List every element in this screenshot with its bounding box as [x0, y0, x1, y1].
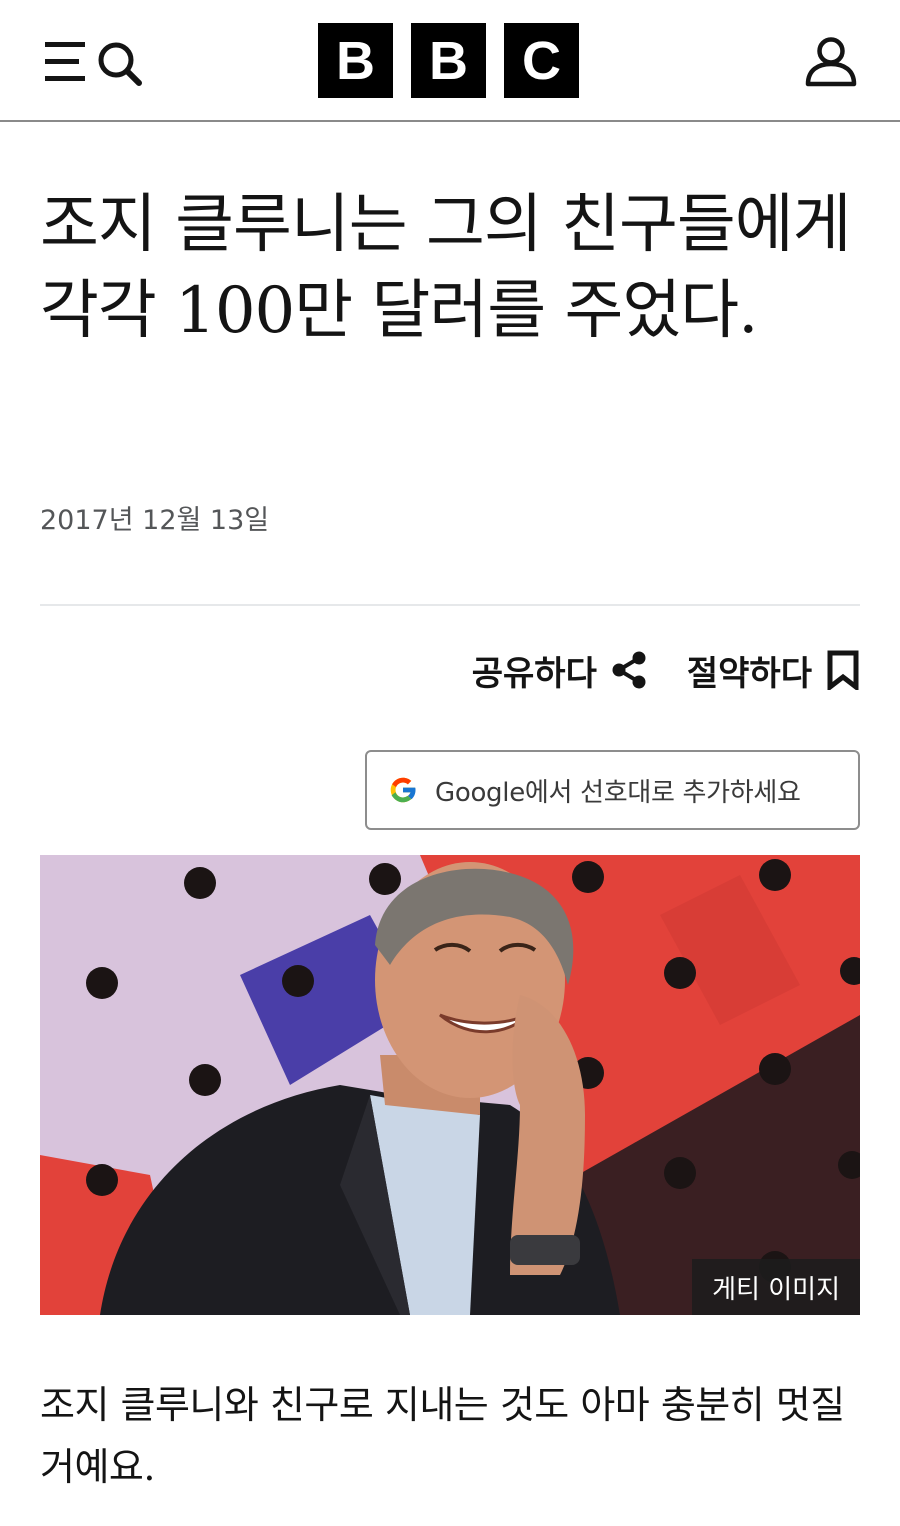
photo-illustration: [40, 855, 860, 1315]
article-headline: 조지 클루니는 그의 친구들에게 각각 100만 달러를 주었다.: [40, 188, 851, 348]
share-button[interactable]: 공유하다: [472, 646, 647, 695]
publish-date: 2017년 12월 13일: [40, 505, 270, 536]
menu-search-button[interactable]: [44, 38, 144, 86]
top-navigation-bar: B B C: [0, 0, 900, 122]
bookmark-icon: [827, 650, 859, 690]
article-photo: 게티 이미지: [40, 855, 860, 1315]
article-actions: 공유하다 절약하다: [472, 644, 860, 696]
divider: [40, 604, 860, 606]
google-button-label: Google에서 선호대로 추가하세요: [435, 777, 801, 808]
article-body-paragraph: 조지 클루니와 친구로 지내는 것도 아마 충분히 멋질 거예요.: [40, 1383, 845, 1489]
google-preferred-source-button[interactable]: Google에서 선호대로 추가하세요: [365, 750, 860, 830]
share-icon: [612, 651, 646, 689]
save-button[interactable]: 절약하다: [687, 646, 860, 695]
bbc-logo[interactable]: B B C: [318, 23, 579, 98]
logo-letter-b2: B: [411, 23, 486, 98]
image-credit: 게티 이미지: [692, 1259, 860, 1315]
account-icon: [805, 37, 857, 87]
google-g-icon: [390, 777, 417, 803]
account-button[interactable]: [804, 36, 858, 88]
save-label: 절약하다: [686, 653, 812, 694]
search-icon: [98, 42, 142, 86]
logo-letter-c: C: [504, 23, 579, 98]
share-label: 공유하다: [471, 653, 597, 694]
logo-letter-b1: B: [318, 23, 393, 98]
